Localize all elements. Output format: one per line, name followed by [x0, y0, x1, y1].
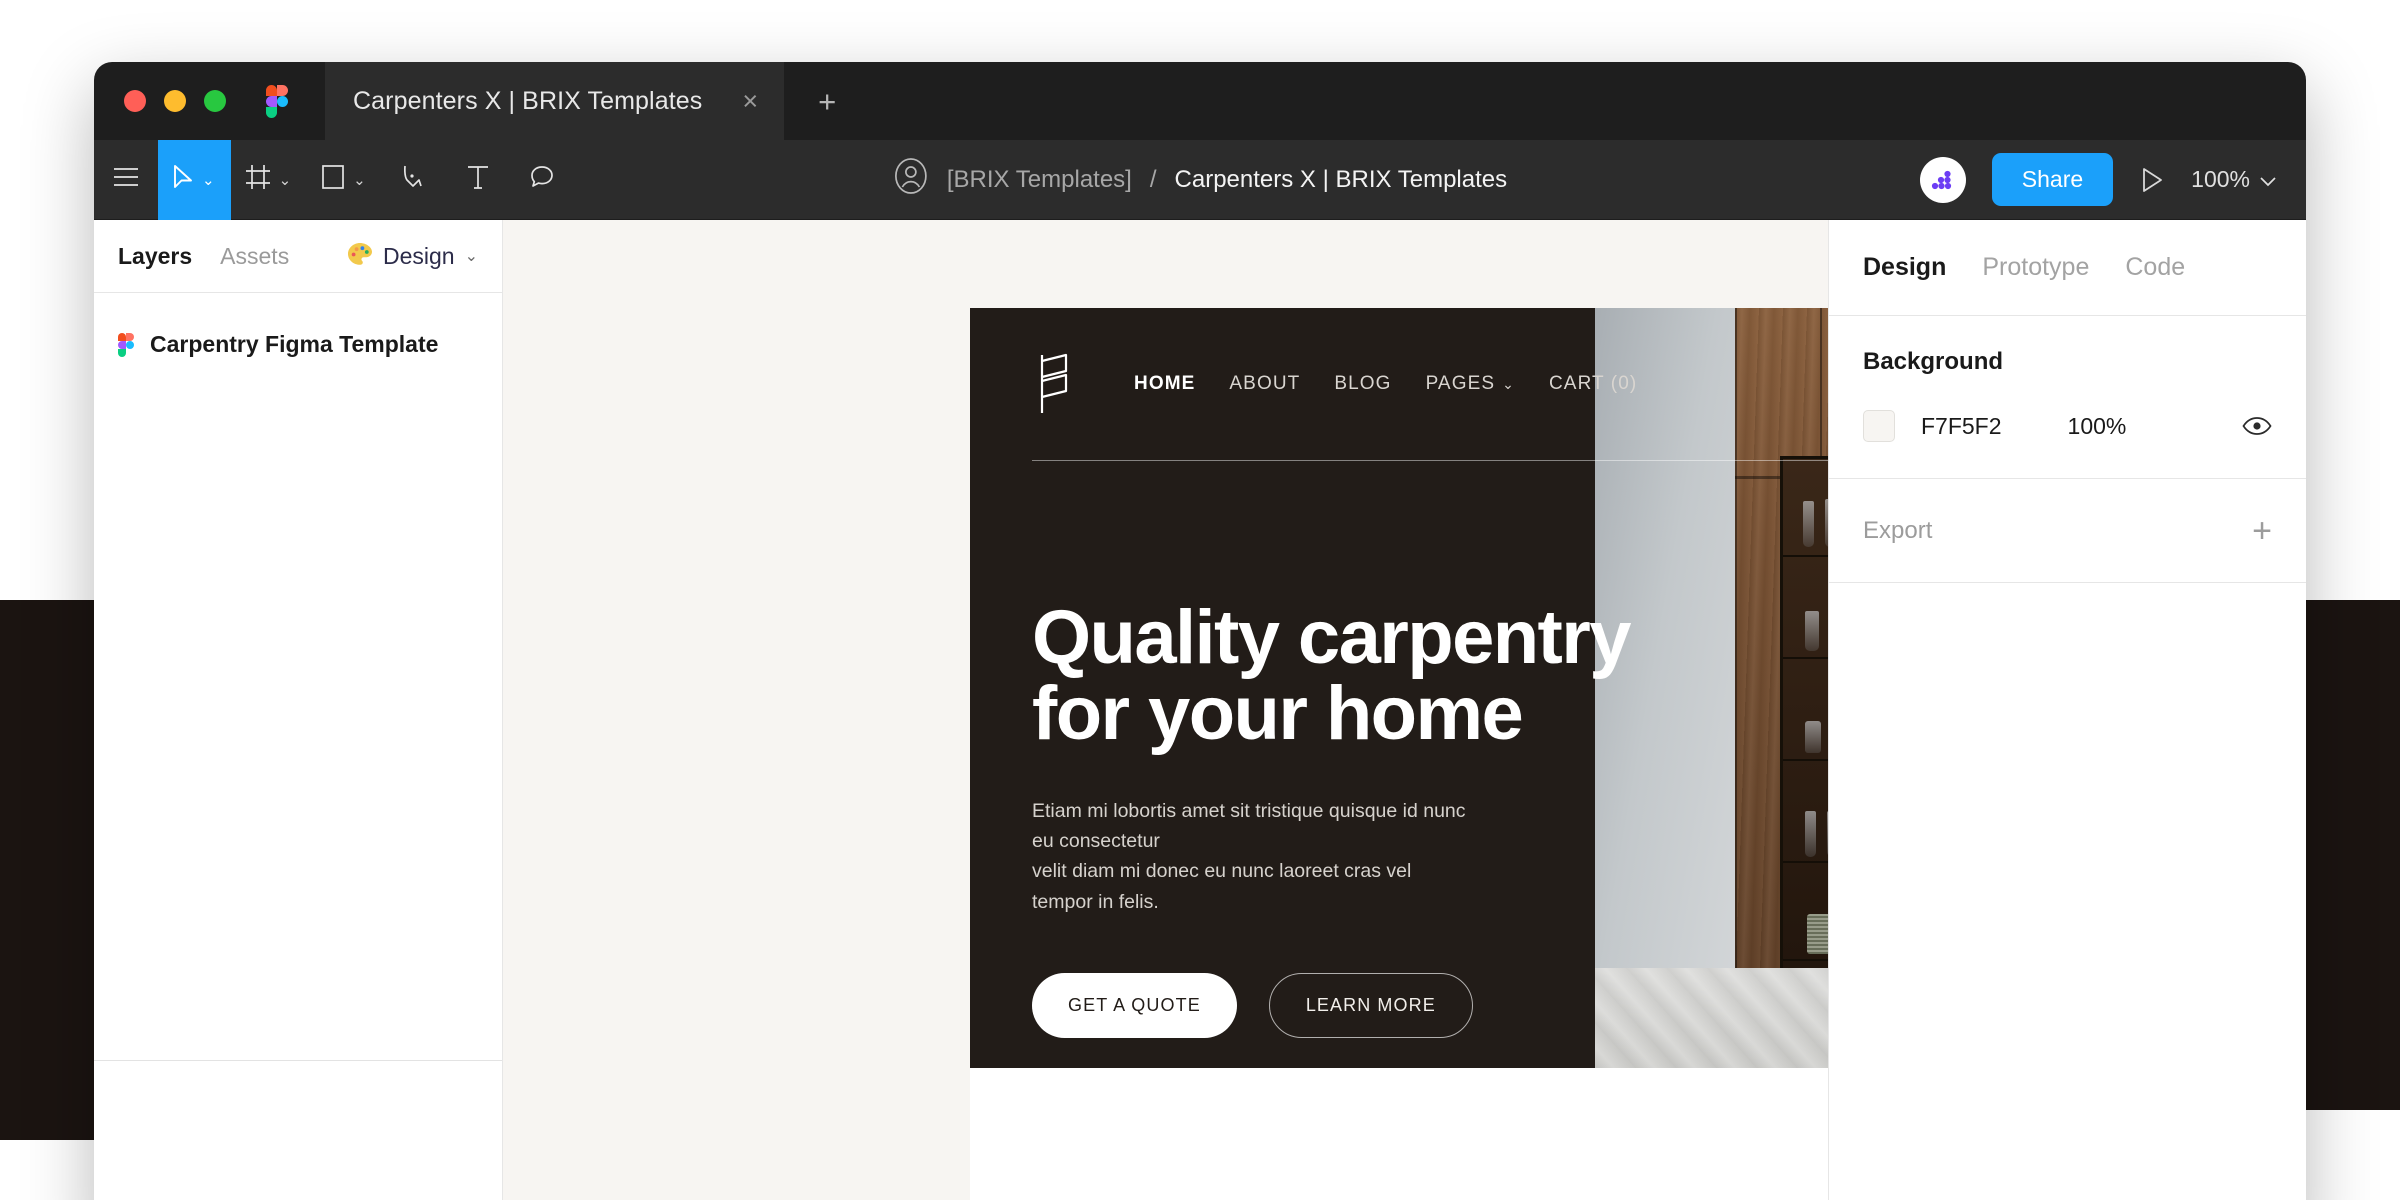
nav-link-about[interactable]: ABOUT	[1229, 373, 1300, 395]
share-button[interactable]: Share	[1991, 153, 2114, 206]
carpentry-leaf-logo-icon[interactable]	[1032, 351, 1078, 417]
design-dropdown-label: Design	[382, 242, 455, 269]
pen-icon	[401, 164, 427, 195]
close-icon[interactable]: ×	[702, 87, 758, 115]
photo-floor	[1595, 968, 1828, 1068]
comment-icon	[529, 164, 555, 195]
layer-list: Carpentry Figma Template	[94, 293, 502, 368]
nav-link-pages[interactable]: PAGES ⌄	[1426, 373, 1515, 395]
website-frame[interactable]: HOME ABOUT BLOG PAGES ⌄ CART (0) GET A QU…	[970, 308, 1828, 1200]
toolbar-right-group: Share 100%	[1919, 153, 2306, 206]
chevron-down-icon[interactable]: ⌄	[279, 171, 292, 189]
tab-prototype[interactable]: Prototype	[1982, 253, 2089, 282]
text-icon	[466, 164, 490, 195]
chevron-down-icon[interactable]: ⌄	[202, 171, 215, 189]
minimize-window-button[interactable]	[164, 90, 186, 112]
right-sidebar-tabs: Design Prototype Code	[1829, 220, 2306, 316]
background-hex-value[interactable]: F7F5F2	[1921, 413, 2002, 440]
hamburger-icon	[113, 168, 139, 191]
background-opacity-value[interactable]: 100%	[2068, 413, 2127, 440]
figma-logo-icon	[266, 84, 288, 118]
figma-component-icon	[118, 332, 134, 357]
pen-tool-button[interactable]	[382, 140, 446, 220]
breadcrumb-file[interactable]: Carpenters X | BRIX Templates	[1175, 166, 1508, 194]
new-tab-icon[interactable]: +	[818, 86, 836, 117]
avatar[interactable]	[1919, 156, 1966, 203]
tab-code[interactable]: Code	[2125, 253, 2185, 282]
hero-cta-group: GET A QUOTE LEARN MORE	[1032, 972, 1630, 1038]
color-swatch[interactable]	[1863, 410, 1895, 442]
main-toolbar: ⌄ ⌄ ⌄ [BRIX Templates] / Carpenters X | …	[94, 139, 2306, 220]
site-navbar: HOME ABOUT BLOG PAGES⌄ CART (0) GET A QU…	[970, 308, 1828, 460]
shape-tool-button[interactable]: ⌄	[307, 140, 382, 220]
present-icon[interactable]	[2139, 166, 2165, 194]
tab-design[interactable]: Design	[1863, 253, 1946, 282]
hero-section: HOME ABOUT BLOG PAGES ⌄ CART (0) GET A QU…	[970, 308, 1828, 1068]
backdrop-white-bottom-right	[2300, 1110, 2400, 1200]
tab-assets[interactable]: Assets	[220, 243, 289, 270]
nav-links: HOME ABOUT BLOG PAGES ⌄ CART (0)	[1134, 373, 1637, 395]
nav-link-pages-label: PAGES	[1425, 373, 1496, 394]
design-canvas[interactable]: HOME ABOUT BLOG PAGES ⌄ CART (0) GET A QU…	[503, 220, 1828, 1200]
design-dropdown[interactable]: Design ⌄	[347, 242, 478, 271]
nav-link-home[interactable]: HOME	[1134, 373, 1195, 395]
layer-name: Carpentry Figma Template	[150, 331, 439, 357]
background-section: Background F7F5F2 100%	[1829, 316, 2306, 479]
chevron-down-icon: ⌄	[1502, 376, 1515, 392]
figma-app-window: Carpenters X | BRIX Templates × + ⌄ ⌄ ⌄ …	[94, 62, 2306, 1200]
add-export-icon[interactable]: +	[2252, 514, 2272, 548]
export-section: Export +	[1829, 479, 2306, 583]
list-item[interactable]: Carpentry Figma Template	[94, 321, 502, 368]
zoom-control[interactable]: 100%	[2191, 166, 2276, 193]
breadcrumb: [BRIX Templates] / Carpenters X | BRIX T…	[893, 156, 1507, 203]
file-tab[interactable]: Carpenters X | BRIX Templates ×	[325, 62, 785, 140]
background-fill-row: F7F5F2 100%	[1863, 410, 2272, 442]
right-sidebar: Design Prototype Code Background F7F5F2 …	[1828, 220, 2306, 1200]
maximize-window-button[interactable]	[204, 90, 226, 112]
left-sidebar: Layers Assets Design ⌄ Carpentry Figma T…	[94, 220, 503, 1200]
background-section-title: Background	[1863, 348, 2004, 375]
nav-link-cart[interactable]: CART (0)	[1549, 373, 1637, 395]
rectangle-icon	[321, 164, 345, 195]
frame-icon	[245, 164, 271, 195]
account-avatar-icon[interactable]	[893, 156, 929, 203]
text-tool-button[interactable]	[446, 140, 510, 220]
cursor-icon	[172, 164, 194, 195]
learn-more-button[interactable]: LEARN MORE	[1268, 972, 1473, 1038]
page-title: Quality carpentry for your home	[1032, 595, 1632, 756]
app-body: Layers Assets Design ⌄ Carpentry Figma T…	[94, 220, 2306, 1200]
chevron-down-icon[interactable]: ⌄	[353, 171, 366, 189]
left-sidebar-tabs: Layers Assets Design ⌄	[94, 220, 502, 293]
zoom-level-label: 100%	[2191, 166, 2250, 192]
nav-link-blog[interactable]: BLOG	[1334, 373, 1391, 395]
tab-layers[interactable]: Layers	[118, 243, 192, 270]
window-titlebar: Carpenters X | BRIX Templates × +	[94, 62, 2306, 140]
backdrop-dark-left	[0, 600, 100, 1200]
comment-tool-button[interactable]	[510, 140, 574, 220]
navbar-divider	[1032, 460, 1828, 461]
main-menu-button[interactable]	[94, 140, 158, 220]
palette-icon	[347, 242, 373, 271]
breadcrumb-team[interactable]: [BRIX Templates]	[947, 166, 1132, 194]
photo-display-cabinet	[1780, 456, 1828, 1056]
visibility-toggle-icon[interactable]	[2242, 416, 2272, 436]
window-controls	[94, 90, 226, 112]
move-tool-button[interactable]: ⌄	[158, 139, 231, 220]
get-a-quote-button[interactable]: GET A QUOTE	[1032, 972, 1237, 1038]
chevron-down-icon	[2260, 166, 2276, 193]
hero-copy: Quality carpentry for your home Etiam mi…	[1032, 595, 1632, 1038]
export-label: Export	[1863, 516, 1933, 544]
backdrop-white-bottom-left	[0, 1140, 100, 1200]
sidebar-divider	[94, 1060, 502, 1061]
frame-tool-button[interactable]: ⌄	[231, 140, 308, 220]
close-window-button[interactable]	[124, 90, 146, 112]
breadcrumb-separator: /	[1149, 165, 1157, 193]
file-tab-title: Carpenters X | BRIX Templates	[353, 86, 703, 115]
chevron-down-icon: ⌄	[464, 248, 478, 265]
hero-subheading: Etiam mi lobortis amet sit tristique qui…	[1032, 800, 1466, 913]
